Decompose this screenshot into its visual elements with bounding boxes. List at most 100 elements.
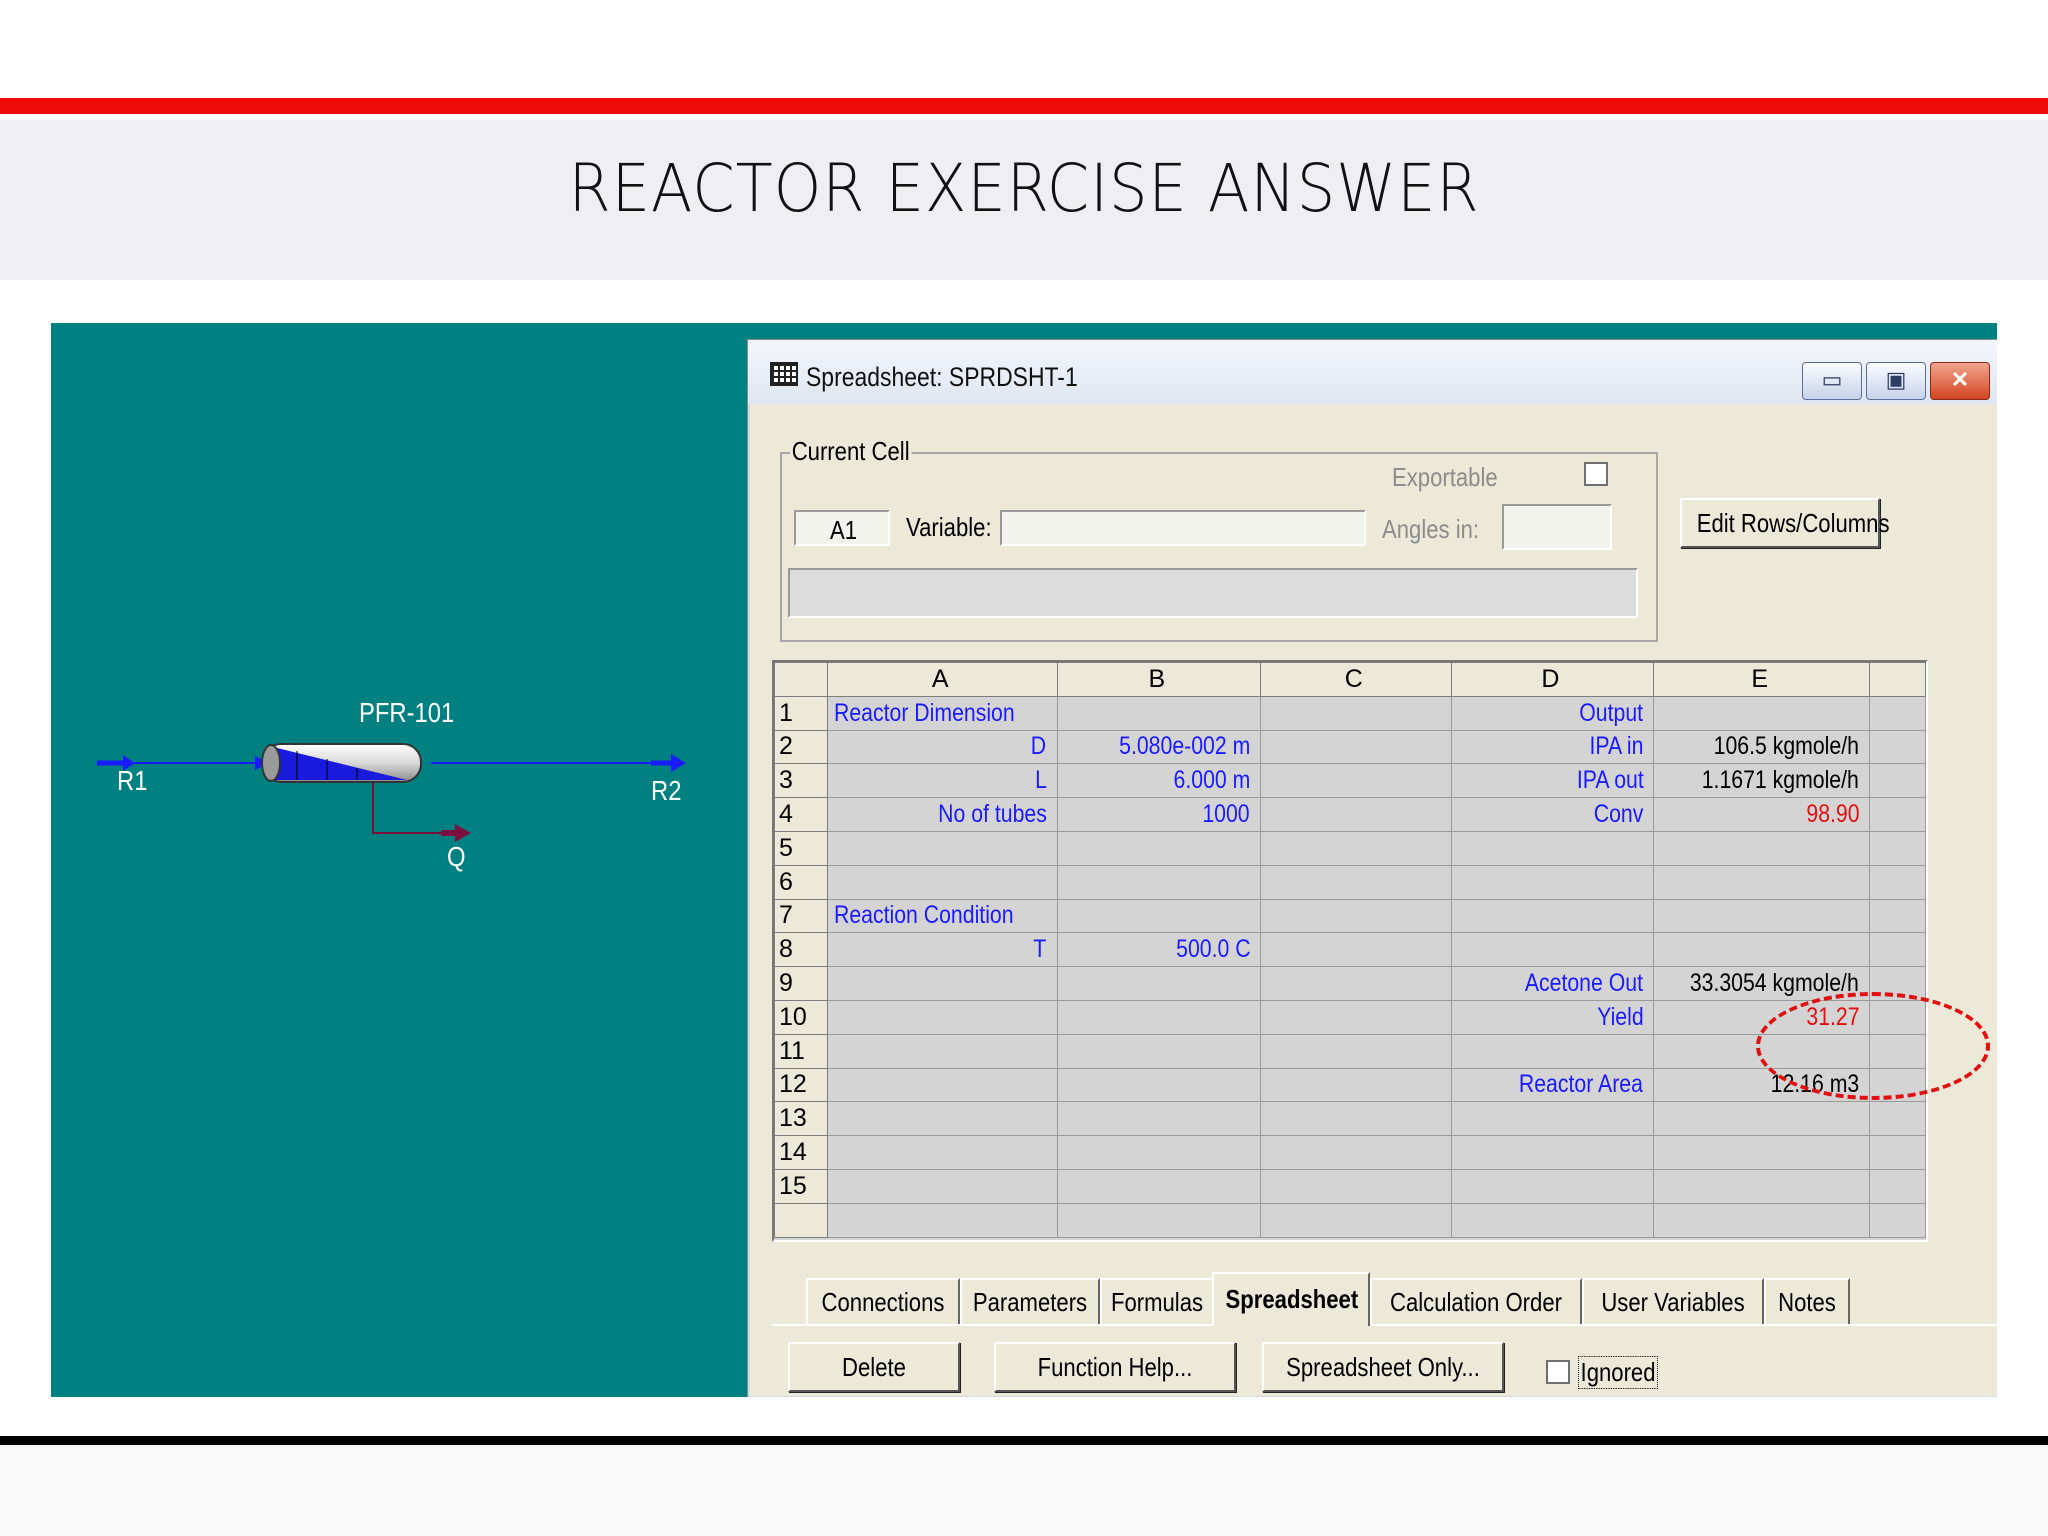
cell-d15[interactable]: [1450, 1168, 1655, 1204]
row-header[interactable]: 7: [774, 898, 828, 934]
cell-e1[interactable]: [1653, 695, 1871, 731]
cell-d3[interactable]: IPA out: [1450, 763, 1655, 799]
cell-d8[interactable]: [1450, 932, 1655, 968]
cell-d13[interactable]: [1450, 1101, 1655, 1137]
cell-c6[interactable]: [1260, 864, 1452, 900]
cell-b12[interactable]: [1056, 1067, 1262, 1103]
tab-notes[interactable]: Notes: [1764, 1278, 1850, 1324]
cell-a15[interactable]: [826, 1168, 1058, 1204]
cell-c10[interactable]: [1260, 999, 1452, 1035]
cell-c15[interactable]: [1260, 1168, 1452, 1204]
ignored-label[interactable]: Ignored: [1578, 1356, 1659, 1389]
cell-c1[interactable]: [1260, 695, 1452, 731]
row-header[interactable]: 3: [774, 763, 828, 799]
cell-e2[interactable]: 106.5 kgmole/h: [1653, 729, 1871, 765]
cell-c2[interactable]: [1260, 729, 1452, 765]
row-header[interactable]: 14: [774, 1135, 828, 1170]
column-header-b[interactable]: B: [1056, 662, 1262, 697]
cell-d12[interactable]: Reactor Area: [1450, 1067, 1655, 1103]
cell-reference-field[interactable]: A1: [794, 510, 890, 546]
cell-d11[interactable]: [1450, 1033, 1655, 1069]
exportable-checkbox[interactable]: [1584, 462, 1608, 486]
row-header[interactable]: 1: [774, 695, 828, 731]
cell-a6[interactable]: [826, 864, 1058, 900]
spreadsheet-grid[interactable]: A B C D E 1 Reactor Dimension Output 2 D 5.08…: [772, 660, 1928, 1242]
column-header-e[interactable]: E: [1653, 662, 1871, 697]
ignored-checkbox[interactable]: [1546, 1360, 1570, 1384]
cell-b7[interactable]: [1056, 898, 1262, 934]
row-header[interactable]: 12: [774, 1067, 828, 1103]
tab-formulas[interactable]: Formulas: [1100, 1278, 1214, 1324]
cell-d9[interactable]: Acetone Out: [1450, 966, 1655, 1001]
cell-a9[interactable]: [826, 966, 1058, 1001]
cell-b9[interactable]: [1056, 966, 1262, 1001]
function-help-button[interactable]: Function Help...: [994, 1342, 1236, 1392]
cell-c12[interactable]: [1260, 1067, 1452, 1103]
cell-c11[interactable]: [1260, 1033, 1452, 1069]
pfr-reactor-icon[interactable]: [257, 743, 429, 783]
cell-c3[interactable]: [1260, 763, 1452, 799]
cell-e13[interactable]: [1653, 1101, 1871, 1137]
row-header[interactable]: 8: [774, 932, 828, 968]
cell-b2[interactable]: 5.080e-002 m: [1056, 729, 1262, 765]
stream-label-q[interactable]: Q: [447, 841, 466, 873]
column-header-c[interactable]: C: [1260, 662, 1452, 697]
cell-b13[interactable]: [1056, 1101, 1262, 1137]
cell-d6[interactable]: [1450, 864, 1655, 900]
cell-e8[interactable]: [1653, 932, 1871, 968]
cell-a7[interactable]: Reaction Condition: [826, 898, 1058, 934]
cell-e3[interactable]: 1.1671 kgmole/h: [1653, 763, 1871, 799]
cell-a11[interactable]: [826, 1033, 1058, 1069]
cell-a4[interactable]: No of tubes: [826, 797, 1058, 832]
cell-d4[interactable]: Conv: [1450, 797, 1655, 832]
corner-cell[interactable]: [774, 662, 828, 697]
minimize-button[interactable]: ▭: [1802, 362, 1862, 400]
cell-d2[interactable]: IPA in: [1450, 729, 1655, 765]
stream-label-r1[interactable]: R1: [117, 765, 147, 797]
cell-b3[interactable]: 6.000 m: [1056, 763, 1262, 799]
cell-c9[interactable]: [1260, 966, 1452, 1001]
cell-b5[interactable]: [1056, 830, 1262, 866]
cell-b11[interactable]: [1056, 1033, 1262, 1069]
cell-b8[interactable]: 500.0 C: [1056, 932, 1262, 968]
cell-b15[interactable]: [1056, 1168, 1262, 1204]
cell-e6[interactable]: [1653, 864, 1871, 900]
cell-c5[interactable]: [1260, 830, 1452, 866]
tab-user-variables[interactable]: User Variables: [1582, 1278, 1764, 1324]
cell-e7[interactable]: [1653, 898, 1871, 934]
spreadsheet-only-button[interactable]: Spreadsheet Only...: [1262, 1342, 1504, 1392]
cell-b1[interactable]: [1056, 695, 1262, 731]
window-titlebar[interactable]: Spreadsheet: SPRDSHT-1 ▭ ▣ ✕: [748, 340, 1997, 404]
delete-button[interactable]: Delete: [788, 1342, 960, 1392]
row-header[interactable]: 4: [774, 797, 828, 832]
cell-e14[interactable]: [1653, 1135, 1871, 1170]
cell-a14[interactable]: [826, 1135, 1058, 1170]
tab-calculation-order[interactable]: Calculation Order: [1370, 1278, 1582, 1324]
cell-b14[interactable]: [1056, 1135, 1262, 1170]
stream-label-r2[interactable]: R2: [651, 775, 681, 807]
close-button[interactable]: ✕: [1930, 362, 1990, 400]
cell-a1[interactable]: Reactor Dimension: [826, 695, 1058, 731]
cell-e15[interactable]: [1653, 1168, 1871, 1204]
variable-input[interactable]: [1000, 510, 1366, 546]
row-header[interactable]: 10: [774, 999, 828, 1035]
row-header[interactable]: 2: [774, 729, 828, 765]
cell-d5[interactable]: [1450, 830, 1655, 866]
cell-d1[interactable]: Output: [1450, 695, 1655, 731]
cell-a10[interactable]: [826, 999, 1058, 1035]
tab-spreadsheet[interactable]: Spreadsheet: [1212, 1272, 1370, 1326]
cell-d10[interactable]: Yield: [1450, 999, 1655, 1035]
cell-b4[interactable]: 1000: [1056, 797, 1262, 832]
row-header[interactable]: 9: [774, 966, 828, 1001]
tab-connections[interactable]: Connections: [806, 1278, 960, 1324]
cell-c14[interactable]: [1260, 1135, 1452, 1170]
row-header[interactable]: 6: [774, 864, 828, 900]
cell-c4[interactable]: [1260, 797, 1452, 832]
cell-e4[interactable]: 98.90: [1653, 797, 1871, 832]
row-header[interactable]: 15: [774, 1168, 828, 1204]
cell-b6[interactable]: [1056, 864, 1262, 900]
cell-a3[interactable]: L: [826, 763, 1058, 799]
cell-e5[interactable]: [1653, 830, 1871, 866]
cell-a12[interactable]: [826, 1067, 1058, 1103]
tab-parameters[interactable]: Parameters: [960, 1278, 1100, 1324]
